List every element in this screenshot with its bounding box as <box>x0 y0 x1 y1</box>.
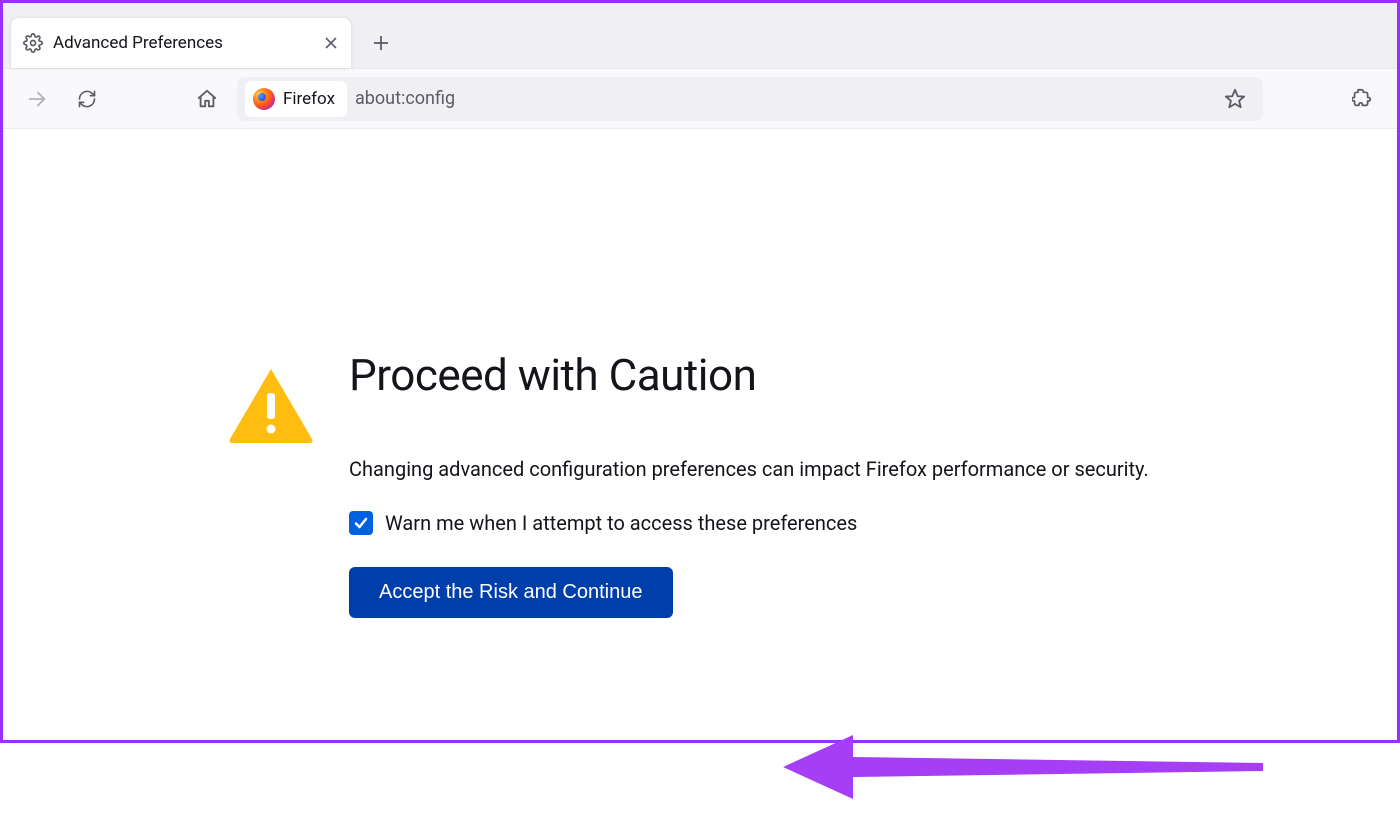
tab-advanced-preferences[interactable]: Advanced Preferences <box>11 18 351 68</box>
identity-box[interactable]: Firefox <box>245 81 347 117</box>
tab-strip: Advanced Preferences <box>3 3 1397 69</box>
forward-button[interactable] <box>17 79 57 119</box>
firefox-logo-icon <box>253 88 275 110</box>
warning-triangle-icon <box>228 367 314 443</box>
warn-checkbox-row[interactable]: Warn me when I attempt to access these p… <box>349 511 1278 535</box>
url-bar[interactable]: Firefox about:config <box>237 77 1263 121</box>
close-tab-icon[interactable] <box>323 35 339 51</box>
navigation-toolbar: Firefox about:config <box>3 69 1397 129</box>
url-text: about:config <box>355 88 1207 109</box>
bookmark-star-icon[interactable] <box>1215 79 1255 119</box>
annotation-arrow-icon <box>783 727 1273 817</box>
extensions-icon[interactable] <box>1343 79 1383 119</box>
accept-risk-button[interactable]: Accept the Risk and Continue <box>349 567 673 618</box>
caution-heading: Proceed with Caution <box>349 349 1278 401</box>
reload-button[interactable] <box>67 79 107 119</box>
checkbox-icon[interactable] <box>349 511 373 535</box>
page-content: Proceed with Caution Changing advanced c… <box>3 129 1397 618</box>
identity-label: Firefox <box>283 89 335 109</box>
caution-description: Changing advanced configuration preferen… <box>349 455 1278 483</box>
tab-title: Advanced Preferences <box>53 33 313 53</box>
checkbox-label: Warn me when I attempt to access these p… <box>385 511 857 535</box>
home-button[interactable] <box>187 79 227 119</box>
gear-icon <box>23 33 43 53</box>
new-tab-button[interactable] <box>361 23 401 63</box>
